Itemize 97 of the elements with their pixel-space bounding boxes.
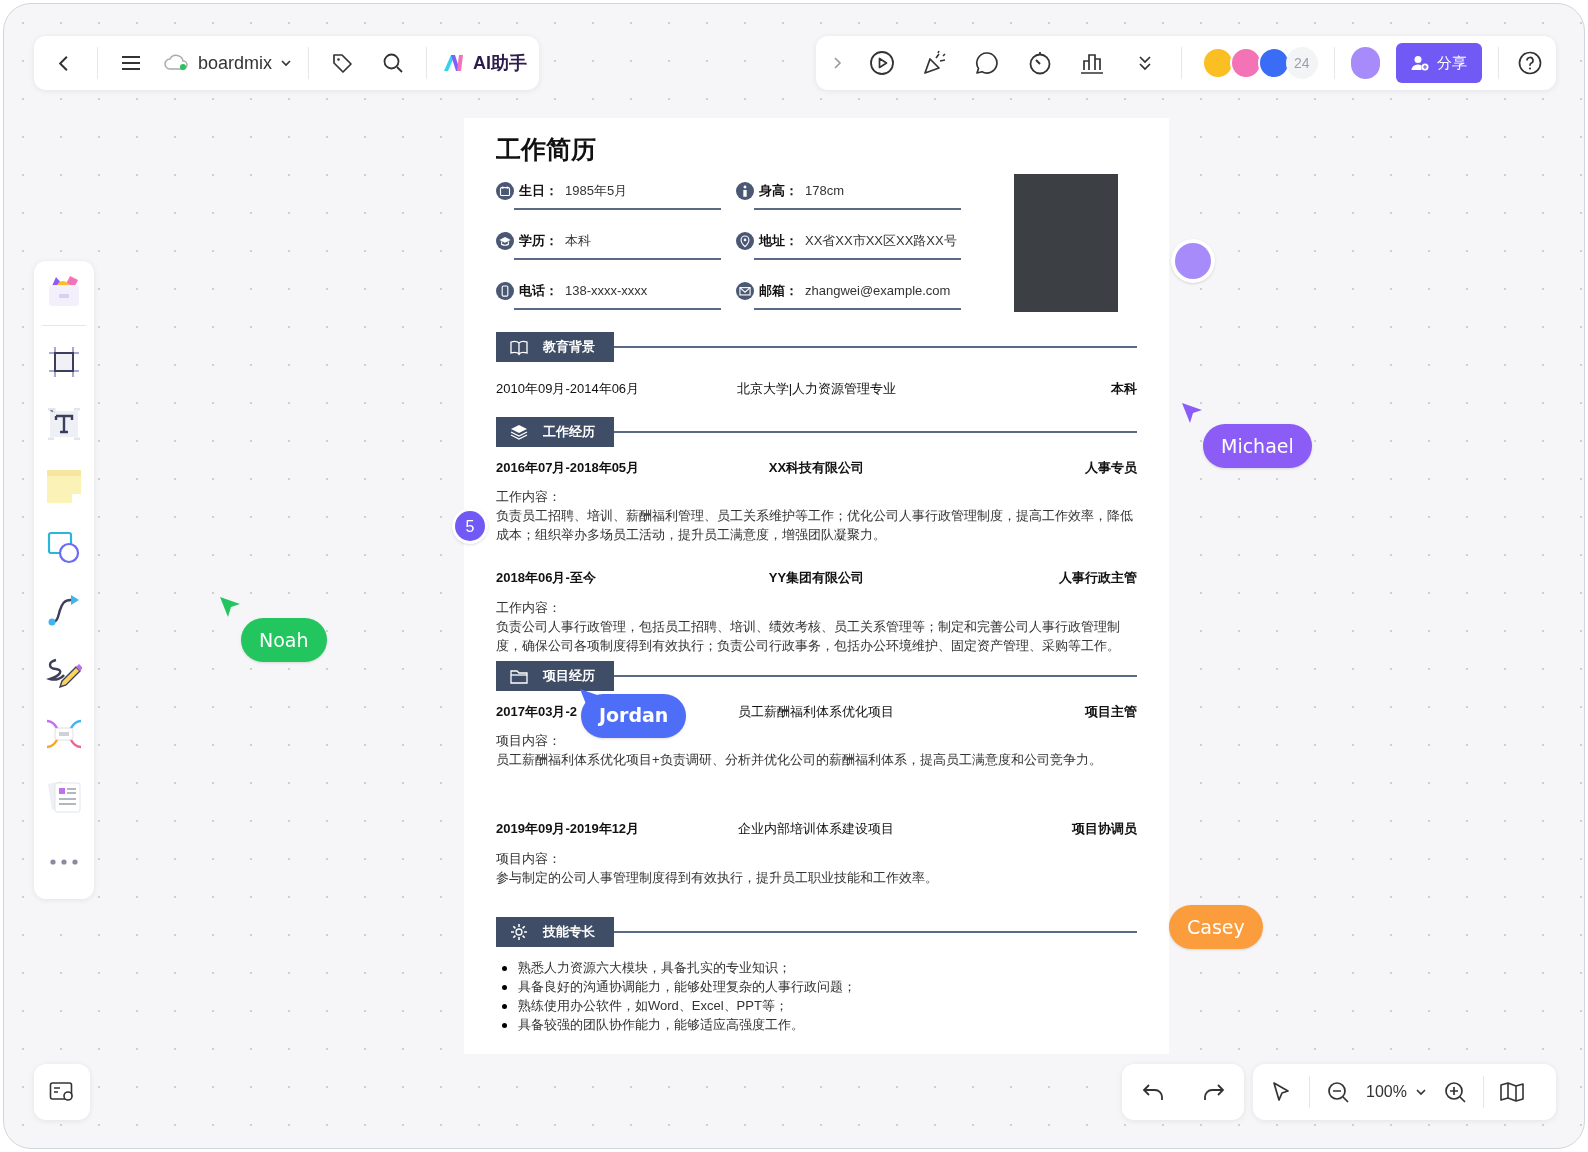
chevron-left-icon: [58, 55, 68, 71]
skill-item: 熟悉人力资源六大模块，具备扎实的专业知识；: [518, 959, 791, 978]
connector-icon: [47, 593, 81, 627]
field-value: XX省XX市XX区XX路XX号: [805, 232, 957, 251]
entry-role: 项目协调员: [1072, 820, 1137, 838]
double-chevron-down-icon: [1136, 54, 1153, 72]
section-title: 工作经历: [543, 422, 595, 441]
user-avatar[interactable]: [1350, 47, 1380, 79]
chevron-right-icon: [832, 56, 842, 70]
field-label: 学历：: [519, 232, 559, 251]
bullet-icon: [502, 1022, 507, 1028]
field-label: 身高：: [759, 182, 799, 201]
cursor-arrow-icon: [1181, 402, 1203, 424]
field-label: 生日：: [519, 182, 559, 201]
share-button[interactable]: 分享: [1395, 43, 1483, 83]
envelope-icon: [736, 282, 754, 300]
content-paragraph: 负责公司人事行政管理，包括员工招聘、培训、绩效考核、员工关系管理等；制定和完善公司人事行政管理制度，确保公司各项制度得到有效执行；负责公司行政事务，包括办公环境维护、固定资产管理、采购等工作。: [496, 617, 1121, 655]
entry-organization: 员工薪酬福利体系优化项目: [738, 702, 895, 721]
content-label: 项目内容：: [496, 849, 561, 868]
text-icon: [47, 408, 81, 440]
location-pin-icon: [736, 232, 754, 250]
content-paragraph: 员工薪酬福利体系优化项目+负责调研、分析并优化公司的薪酬福利体系，提高员工满意度和公司竞争力。: [496, 751, 1103, 769]
cursor-name-label: Noah: [241, 618, 327, 662]
cursor-name-label: Michael: [1203, 424, 1312, 468]
entry-organization: YY集团有限公司: [768, 569, 865, 587]
file-name-button[interactable]: boardmix: [164, 49, 292, 77]
entry-organization: 企业内部培训体系建设项目: [738, 820, 895, 838]
frame-icon: [48, 346, 80, 378]
collaborator-avatar[interactable]: [1171, 239, 1215, 283]
field-value: 138-xxxx-xxxx: [565, 282, 648, 301]
cursor-arrow-icon: [219, 596, 241, 618]
entry-date: 2019年09月-2019年12月: [496, 820, 640, 838]
add-user-icon: [1410, 55, 1429, 71]
menu-icon: [120, 55, 141, 71]
tag-icon: [331, 52, 354, 74]
field-value: 本科: [565, 232, 591, 251]
speech-bubble-icon: [975, 51, 1000, 75]
field-label: 地址：: [759, 232, 799, 251]
section-title: 教育背景: [543, 338, 595, 357]
chevron-down-icon: [280, 59, 292, 67]
entry-date: 2018年06月-至今: [496, 569, 596, 587]
resume-title: 工作简历: [496, 134, 596, 165]
field-value: 1985年5月: [565, 182, 628, 201]
entry-date: 2016年07月-2018年05月: [496, 458, 640, 477]
chevron-down-icon: [1414, 1088, 1427, 1096]
field-label: 电话：: [519, 282, 559, 301]
shapes-icon: [47, 531, 81, 565]
map-icon: [1499, 1082, 1524, 1102]
more-icon: [50, 859, 78, 865]
bullet-icon: [502, 965, 507, 971]
bullet-icon: [502, 984, 507, 990]
skill-item: 熟练使用办公软件，如Word、Excel、PPT等；: [518, 997, 788, 1016]
content-label: 工作内容：: [496, 598, 561, 617]
entry-organization: XX科技有限公司: [768, 458, 865, 477]
pointer-icon: [1271, 1081, 1291, 1103]
card-icon: [49, 1081, 75, 1103]
entry-role: 人事专员: [1085, 458, 1137, 477]
entry-role: 项目主管: [1085, 702, 1137, 721]
zoom-level-dropdown[interactable]: 100%: [1366, 1080, 1427, 1104]
help-icon: [1517, 51, 1542, 75]
minimap-button[interactable]: [34, 1064, 90, 1120]
cursor-name-label: Casey: [1169, 905, 1263, 949]
cursor-name-label: Jordan: [580, 693, 687, 738]
bar-chart-icon: [1080, 52, 1105, 74]
field-value: zhangwei@example.com: [805, 282, 951, 301]
party-popper-icon: [921, 50, 948, 76]
undo-icon: [1141, 1082, 1164, 1102]
content-label: 工作内容：: [496, 488, 561, 506]
entry-organization: 北京大学|人力资源管理专业: [736, 380, 897, 398]
graduation-cap-icon: [496, 232, 514, 250]
zoom-in-icon: [1443, 1081, 1466, 1103]
skill-item: 具备较强的团队协作能力，能够适应高强度工作。: [518, 1016, 804, 1035]
field-label: 邮箱：: [759, 282, 799, 301]
calendar-icon: [496, 182, 514, 200]
section-title: 项目经历: [543, 666, 595, 685]
redo-icon: [1202, 1082, 1225, 1102]
phone-icon: [496, 282, 514, 300]
timer-icon: [1027, 51, 1052, 75]
field-value: 178cm: [805, 182, 845, 201]
cloud-icon: [164, 54, 190, 72]
play-icon: [869, 50, 896, 76]
entry-date: 2010年09月-2014年06月: [496, 380, 640, 398]
bullet-icon: [502, 1003, 507, 1009]
search-icon: [381, 52, 404, 74]
template-box-icon: [46, 274, 82, 308]
ai-assistant-button[interactable]: AI助手: [442, 49, 527, 77]
zoom-out-icon: [1327, 1081, 1349, 1103]
content-paragraph: 参与制定的公司人事管理制度得到有效执行，提升员工职业技能和工作效率。: [496, 868, 939, 887]
mind-map-icon: [45, 718, 83, 750]
entry-role: 人事行政主管: [1059, 569, 1137, 587]
sticky-note-icon: [46, 468, 82, 504]
document-icon: [46, 778, 82, 814]
skill-item: 具备良好的沟通协调能力，能够处理复杂的人事行政问题；: [518, 978, 856, 997]
entry-role: 本科: [1111, 380, 1137, 398]
content-label: 项目内容：: [496, 732, 561, 750]
section-title: 技能专长: [543, 922, 595, 941]
pen-icon: [46, 656, 82, 688]
